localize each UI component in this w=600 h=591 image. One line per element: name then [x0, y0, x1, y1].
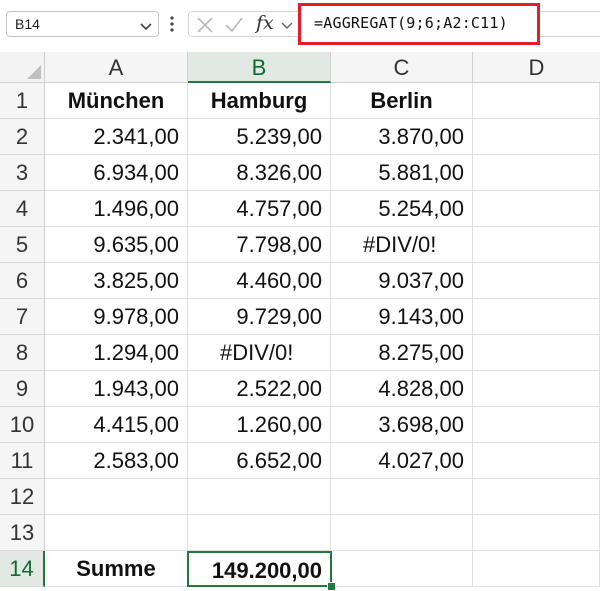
cell-a7[interactable]: 9.978,00: [45, 299, 188, 335]
cell-b12[interactable]: [188, 479, 331, 515]
cell-d7[interactable]: [473, 299, 600, 335]
cell-b14-active[interactable]: 149.200,00: [187, 551, 332, 587]
cell-c2[interactable]: 3.870,00: [331, 119, 473, 155]
cell-b8[interactable]: #DIV/0!: [188, 335, 331, 371]
cell-a9[interactable]: 1.943,00: [45, 371, 188, 407]
row-header-3[interactable]: 3: [0, 155, 45, 191]
cell-a12[interactable]: [45, 479, 188, 515]
cell-d3[interactable]: [473, 155, 600, 191]
row-header-5[interactable]: 5: [0, 227, 45, 263]
cell-b7[interactable]: 9.729,00: [188, 299, 331, 335]
cell-a13[interactable]: [45, 515, 188, 551]
cell-c3[interactable]: 5.881,00: [331, 155, 473, 191]
cell-a4[interactable]: 1.496,00: [45, 191, 188, 227]
cell-c7[interactable]: 9.143,00: [331, 299, 473, 335]
row-header-4[interactable]: 4: [0, 191, 45, 227]
select-all-button[interactable]: [0, 52, 45, 83]
cell-b5[interactable]: 7.798,00: [188, 227, 331, 263]
cell-a14[interactable]: Summe: [45, 551, 188, 587]
row-header-11[interactable]: 11: [0, 443, 45, 479]
cell-b10[interactable]: 1.260,00: [188, 407, 331, 443]
cell-b4[interactable]: 4.757,00: [188, 191, 331, 227]
cell-a11[interactable]: 2.583,00: [45, 443, 188, 479]
cell-b1[interactable]: Hamburg: [188, 83, 331, 119]
cell-c4[interactable]: 5.254,00: [331, 191, 473, 227]
row-header-12[interactable]: 12: [0, 479, 45, 515]
cell-d2[interactable]: [473, 119, 600, 155]
formula-bar-area: B14 fx =AGGREGAT(9;6;A2:C11): [0, 0, 600, 50]
spreadsheet-grid: A B C D 1 2 3 4 5 6 7 8 9 10 11 12 13 14…: [0, 52, 600, 591]
formula-text: =AGGREGAT(9;6;A2:C11): [314, 14, 508, 32]
cell-b6[interactable]: 4.460,00: [188, 263, 331, 299]
row-header-7[interactable]: 7: [0, 299, 45, 335]
fill-handle[interactable]: [327, 582, 336, 591]
cell-a6[interactable]: 3.825,00: [45, 263, 188, 299]
cell-d10[interactable]: [473, 407, 600, 443]
row-header-14[interactable]: 14: [0, 551, 45, 587]
cell-c13[interactable]: [331, 515, 473, 551]
insert-function-icon[interactable]: fx: [256, 12, 274, 34]
cell-d4[interactable]: [473, 191, 600, 227]
cell-d8[interactable]: [473, 335, 600, 371]
cell-c1[interactable]: Berlin: [331, 83, 473, 119]
cell-b3[interactable]: 8.326,00: [188, 155, 331, 191]
name-box[interactable]: B14: [6, 11, 159, 37]
cell-d11[interactable]: [473, 443, 600, 479]
cell-b2[interactable]: 5.239,00: [188, 119, 331, 155]
cell-d9[interactable]: [473, 371, 600, 407]
cell-b9[interactable]: 2.522,00: [188, 371, 331, 407]
cell-c6[interactable]: 9.037,00: [331, 263, 473, 299]
cell-d1[interactable]: [473, 83, 600, 119]
enter-check-icon[interactable]: [224, 16, 244, 39]
cell-a1[interactable]: München: [45, 83, 188, 119]
cell-c9[interactable]: 4.828,00: [331, 371, 473, 407]
column-header-b[interactable]: B: [188, 52, 331, 83]
cell-d13[interactable]: [473, 515, 600, 551]
cancel-icon[interactable]: [196, 16, 214, 39]
cell-a8[interactable]: 1.294,00: [45, 335, 188, 371]
cell-a10[interactable]: 4.415,00: [45, 407, 188, 443]
row-header-8[interactable]: 8: [0, 335, 45, 371]
row-header-6[interactable]: 6: [0, 263, 45, 299]
row-header-10[interactable]: 10: [0, 407, 45, 443]
cell-b13[interactable]: [188, 515, 331, 551]
cell-c14[interactable]: [332, 551, 473, 587]
row-header-1[interactable]: 1: [0, 83, 45, 119]
cell-c5[interactable]: #DIV/0!: [331, 227, 473, 263]
cell-a5[interactable]: 9.635,00: [45, 227, 188, 263]
cell-a3[interactable]: 6.934,00: [45, 155, 188, 191]
cell-d6[interactable]: [473, 263, 600, 299]
chevron-down-icon[interactable]: [281, 18, 293, 36]
formula-input-extension[interactable]: [540, 11, 600, 37]
select-all-icon: [27, 65, 41, 79]
row-header-2[interactable]: 2: [0, 119, 45, 155]
column-header-a[interactable]: A: [45, 52, 188, 83]
row-header-9[interactable]: 9: [0, 371, 45, 407]
row-header-13[interactable]: 13: [0, 515, 45, 551]
column-header-c[interactable]: C: [331, 52, 473, 83]
formula-input[interactable]: =AGGREGAT(9;6;A2:C11): [298, 3, 540, 45]
cell-c10[interactable]: 3.698,00: [331, 407, 473, 443]
cell-c12[interactable]: [331, 479, 473, 515]
more-options-icon[interactable]: [169, 14, 175, 34]
chevron-down-icon[interactable]: [140, 19, 152, 37]
cell-c8[interactable]: 8.275,00: [331, 335, 473, 371]
cell-d12[interactable]: [473, 479, 600, 515]
column-header-d[interactable]: D: [473, 52, 600, 83]
cell-d5[interactable]: [473, 227, 600, 263]
cell-b11[interactable]: 6.652,00: [188, 443, 331, 479]
cell-d14[interactable]: [473, 551, 600, 587]
cell-a2[interactable]: 2.341,00: [45, 119, 188, 155]
name-box-value: B14: [15, 16, 40, 32]
cell-c11[interactable]: 4.027,00: [331, 443, 473, 479]
